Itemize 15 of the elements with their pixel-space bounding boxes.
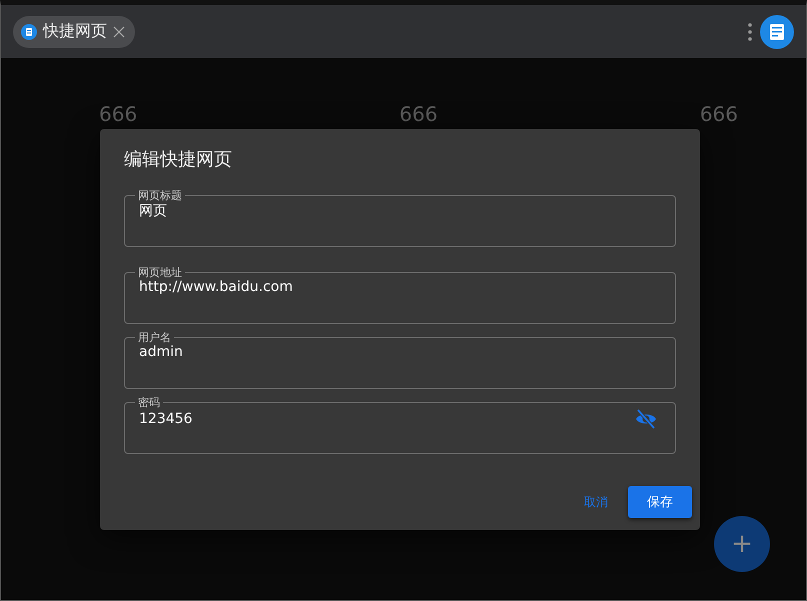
more-icon[interactable] [748, 22, 752, 40]
server-icon[interactable] [760, 14, 794, 48]
save-button[interactable]: 保存 [628, 486, 692, 518]
eye-off-icon[interactable] [635, 409, 657, 429]
dialog-title: 编辑快捷网页 [124, 148, 233, 171]
input-field[interactable]: 网页地址 http://www.baidu.com [124, 266, 676, 324]
tab[interactable]: 快捷网页 [13, 16, 135, 48]
table-cell: 666 [99, 102, 138, 126]
input-field[interactable]: 密码 123456 [124, 396, 676, 454]
close-icon[interactable] [113, 26, 125, 38]
table-cell: 666 [700, 102, 738, 126]
input-field[interactable]: 网页标题 网页 [124, 189, 676, 247]
table-cell: 666 [399, 102, 438, 126]
input-field[interactable]: 用户名 admin [124, 331, 676, 389]
document-icon [21, 24, 37, 40]
